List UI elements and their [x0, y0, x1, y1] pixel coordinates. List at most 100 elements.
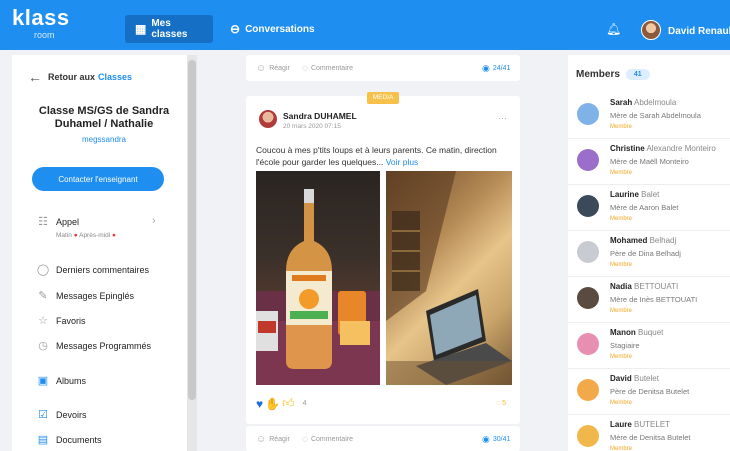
logo-subtext: room [34, 30, 55, 40]
react-label: Réagir [269, 65, 290, 72]
views-count[interactable]: ◉ 24/41 [482, 63, 510, 74]
tab-conversations[interactable]: ⊖ Conversations [220, 15, 325, 43]
heart-reaction-icon: ♥ [256, 396, 264, 411]
chevron-right-icon[interactable]: › [152, 215, 156, 227]
tab-mes-classes-label: Mes classes [151, 18, 188, 40]
sidebar-item-label: Albums [56, 375, 87, 386]
tab-conversations-label: Conversations [245, 23, 315, 35]
comment-icon: ◯ [36, 264, 50, 276]
member-row[interactable]: Christine Alexandre Monteiro Mère de Maël… [568, 139, 730, 185]
sidebar-item-homework[interactable]: ☑ Devoirs [36, 408, 86, 421]
sidebar-item-label: Appel [56, 216, 80, 227]
member-avatar[interactable] [577, 149, 599, 171]
member-avatar[interactable] [577, 241, 599, 263]
post-photo-1[interactable] [256, 171, 380, 385]
tab-mes-classes[interactable]: ▦ Mes classes [125, 15, 213, 43]
member-role: Membre [610, 400, 633, 406]
views-value: 30/41 [492, 436, 511, 443]
views-count[interactable]: ◉ 30/41 [482, 434, 510, 445]
user-avatar[interactable] [641, 20, 661, 40]
member-relation: Stagiaire [610, 341, 640, 350]
sidebar-item-albums[interactable]: ▣ Albums [36, 374, 86, 387]
sidebar-scroll-thumb[interactable] [188, 60, 196, 400]
read-more-link[interactable]: Voir plus [386, 157, 419, 167]
roll-call-icon: ☷ [38, 216, 48, 228]
previous-post-footer: ☺ Réagir ◌ Commentaire ◉ 24/41 [246, 55, 520, 81]
member-last-name: Butelet [634, 374, 659, 383]
member-row[interactable]: Laurine Balet Mère de Aaron Balet Membre [568, 185, 730, 231]
appel-status: Matin ● Après-midi ● [56, 232, 116, 239]
comment-button[interactable]: ◌ Commentaire [302, 434, 353, 445]
pin-icon: ✎ [38, 290, 48, 302]
comment-icon: ◌ [302, 63, 308, 74]
member-row[interactable]: Nadia BETTOUATI Mère de Inès BETTOUATI Mem… [568, 277, 730, 323]
comment-button[interactable]: ◌ Commentaire [302, 63, 353, 74]
user-name[interactable]: David Renault [668, 26, 730, 37]
reaction-count: 4 [302, 400, 307, 407]
media-tag: MEDIA [367, 92, 399, 104]
member-name: Mohamed Belhadj [610, 236, 676, 245]
member-avatar[interactable] [577, 425, 599, 447]
sidebar-item-comments[interactable]: ◯ Derniers commentaires [36, 263, 149, 276]
homework-icon: ☑ [38, 409, 48, 421]
sidebar-item-pinned[interactable]: ✎ Messages Epinglés [36, 289, 134, 302]
author-avatar[interactable] [259, 110, 277, 128]
react-button[interactable]: ☺ Réagir [256, 434, 290, 445]
bell-icon[interactable]: 🔔︎ [606, 22, 621, 36]
member-avatar[interactable] [577, 195, 599, 217]
member-avatar[interactable] [577, 103, 599, 125]
member-name: Laure BUTELET [610, 420, 670, 429]
member-role: Membre [610, 170, 633, 176]
sidebar-item-documents[interactable]: ▤ Documents [36, 433, 102, 446]
member-role: Membre [610, 216, 633, 222]
back-to-classes[interactable]: ← Retour aux Classes [28, 69, 132, 85]
eye-icon: ◉ [482, 434, 490, 444]
member-relation: Mère de Denitsa Butelet [610, 433, 691, 442]
member-name: Sarah Abdelmoula [610, 98, 676, 107]
appel-morning: Matin [56, 232, 72, 239]
member-avatar[interactable] [577, 287, 599, 309]
member-first-name: Nadia [610, 282, 632, 291]
member-row[interactable]: David Butelet Père de Denitsa Butelet Memb… [568, 369, 730, 415]
member-last-name: BUTELET [634, 420, 671, 429]
member-row[interactable]: Mohamed Belhadj Père de Dina Belhadj Membr… [568, 231, 730, 277]
sidebar-item-appel[interactable]: ☷ Appel [36, 215, 79, 228]
back-link[interactable]: Classes [98, 72, 132, 82]
members-panel: Members 41 Sarah Abdelmoula Mère de Sarah… [568, 55, 730, 451]
documents-icon: ▤ [37, 434, 49, 446]
reactions[interactable]: ♥ ✋ 👍︎ 4 [256, 396, 307, 411]
sidebar-item-scheduled[interactable]: ◷ Messages Programmés [36, 339, 151, 352]
member-first-name: Mohamed [610, 236, 648, 245]
star-icon: ☆ [38, 315, 48, 327]
member-avatar[interactable] [577, 333, 599, 355]
member-first-name: Laure [610, 420, 632, 429]
klassroom-logo[interactable]: klass room [12, 5, 70, 41]
more-options-icon[interactable]: ··· [498, 113, 507, 123]
member-last-name: Abdelmoula [634, 98, 677, 107]
member-avatar[interactable] [577, 379, 599, 401]
member-last-name: Buquet [638, 328, 664, 337]
class-sidebar: ← Retour aux Classes Classe MS/GS de San… [12, 55, 197, 451]
member-row[interactable]: Laure BUTELET Mère de Denitsa Butelet Memb… [568, 415, 730, 451]
sidebar-item-favorites[interactable]: ☆ Favoris [36, 314, 85, 327]
comment-count[interactable]: ◌ 5 [496, 400, 506, 407]
react-button[interactable]: ☺ Réagir [256, 63, 290, 74]
post-photo-2[interactable] [386, 171, 512, 385]
contact-teacher-button[interactable]: Contacter l'enseignant [32, 167, 164, 191]
member-role: Membre [610, 446, 633, 451]
member-relation: Mère de Aaron Balet [610, 203, 679, 212]
member-row[interactable]: Manon Buquet Stagiaire Membre [568, 323, 730, 369]
status-dot: ● [73, 232, 78, 239]
classes-icon: ▦ [135, 22, 147, 36]
member-name: Nadia BETTOUATI [610, 282, 678, 291]
sidebar-item-label: Derniers commentaires [56, 264, 150, 275]
logo-text: klass [12, 5, 70, 30]
post-author[interactable]: Sandra DUHAMEL [283, 111, 357, 121]
members-header: Members 41 [576, 69, 650, 80]
eye-icon: ◉ [482, 63, 490, 73]
member-first-name: Manon [610, 328, 636, 337]
sidebar-item-label: Documents [56, 434, 102, 445]
member-last-name: Balet [641, 190, 660, 199]
member-row[interactable]: Sarah Abdelmoula Mère de Sarah Abdelmoula… [568, 93, 730, 139]
member-relation: Père de Dina Belhadj [610, 249, 681, 258]
